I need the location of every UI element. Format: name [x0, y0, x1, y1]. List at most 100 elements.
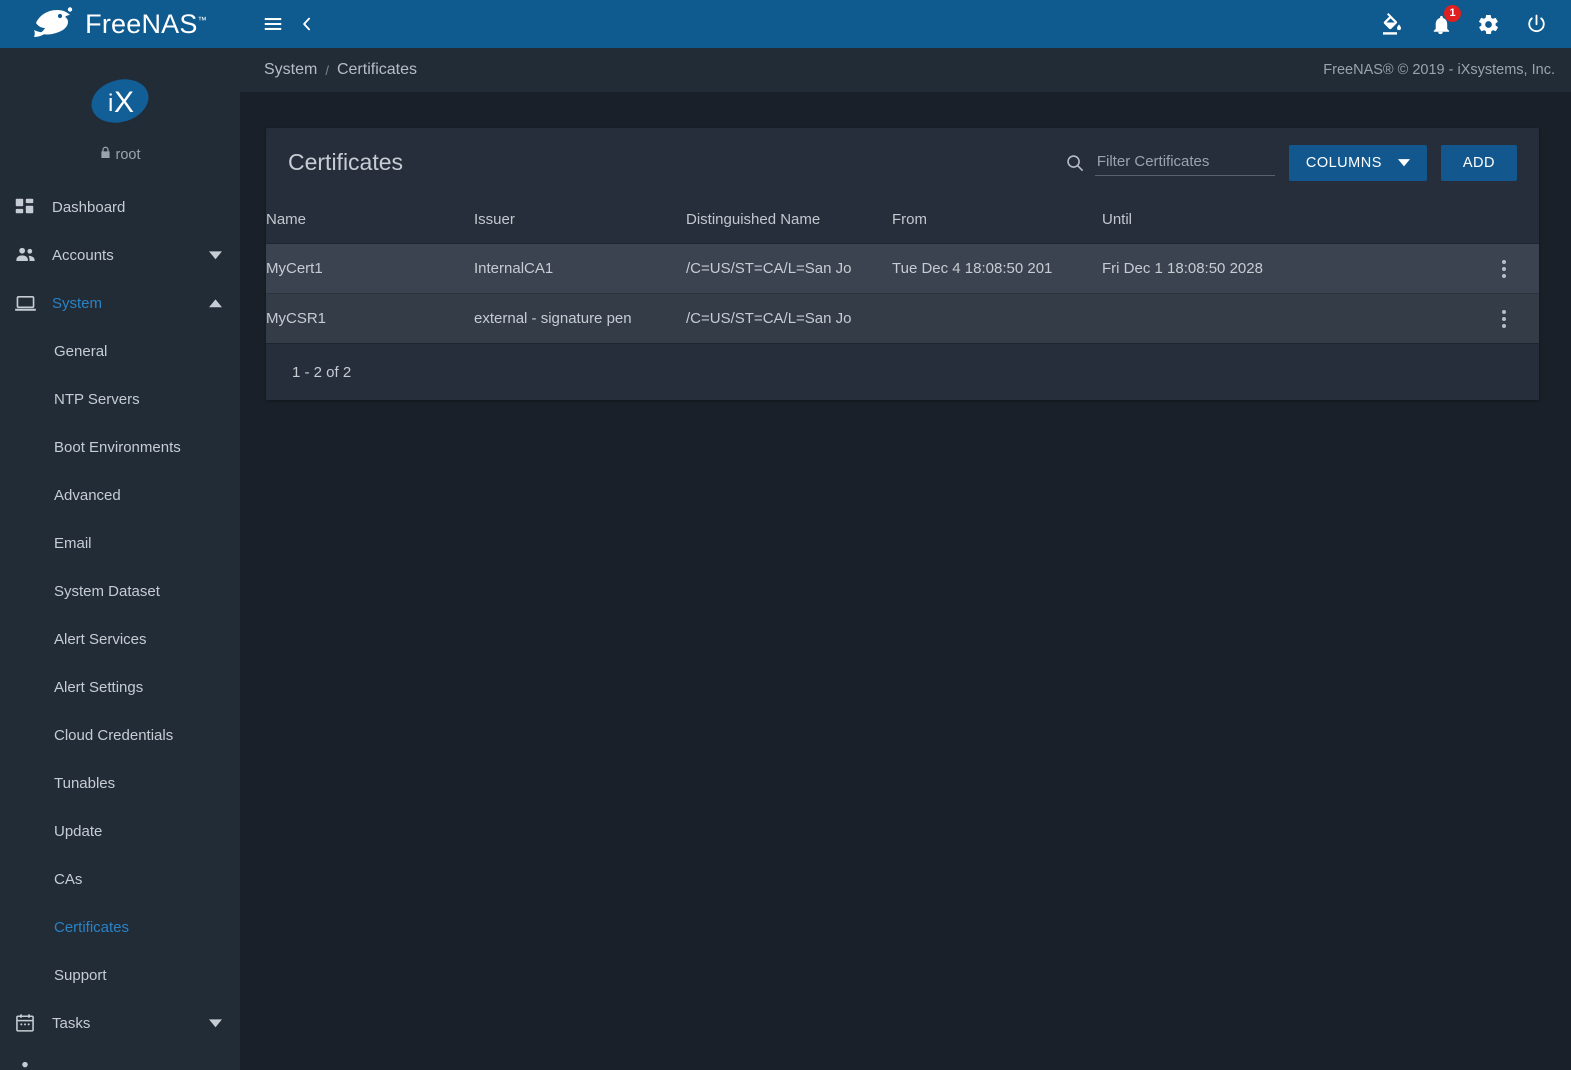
sidebar-item-alert-services[interactable]: Alert Services [0, 615, 240, 663]
table-header: Name Issuer Distinguished Name From Unti… [266, 197, 1539, 244]
sidebar-item-alert-settings[interactable]: Alert Settings [0, 663, 240, 711]
svg-text:X: X [114, 86, 134, 119]
username-row: root [0, 146, 240, 163]
paginator-range-label: 1 - 2 of 2 [292, 363, 352, 381]
sidebar-item-tasks[interactable]: Tasks [0, 999, 240, 1047]
sidebar-item-label: CAs [54, 870, 83, 888]
sidebar-item-label: Tunables [54, 774, 116, 792]
column-header-from[interactable]: From [892, 197, 1102, 244]
sidebar-item-ntp-servers[interactable]: NTP Servers [0, 375, 240, 423]
sidebar-item-label: NTP Servers [54, 390, 140, 408]
certificates-card: Certificates COL [266, 128, 1539, 400]
sidebar-item-accounts[interactable]: Accounts [0, 231, 240, 279]
cell-distinguished-name: /C=US/ST=CA/L=San Jo [686, 293, 892, 344]
people-icon [14, 244, 52, 267]
column-header-distinguished-name[interactable]: Distinguished Name [686, 197, 892, 244]
breadcrumb-separator: / [325, 62, 329, 78]
sidebar-item-label: Dashboard [52, 198, 126, 216]
breadcrumb-root[interactable]: System [264, 61, 317, 79]
sidebar-item-tunables[interactable]: Tunables [0, 759, 240, 807]
user-block: i X root [0, 48, 240, 179]
kebab-menu-icon[interactable] [1469, 309, 1539, 328]
freenas-fish-logo-icon [33, 6, 75, 43]
add-button[interactable]: ADD [1440, 144, 1517, 181]
main-panel: Certificates COL [240, 92, 1571, 1070]
sidebar-item-label: System [52, 294, 103, 312]
sidebar-item-cloud-credentials[interactable]: Cloud Credentials [0, 711, 240, 759]
chevron-left-icon[interactable] [290, 7, 324, 41]
laptop-icon [14, 292, 52, 315]
columns-button-label: COLUMNS [1305, 154, 1382, 171]
bell-icon[interactable]: 1 [1423, 5, 1461, 41]
table-header-row: Name Issuer Distinguished Name From Unti… [266, 197, 1539, 244]
breadcrumb: System / Certificates FreeNAS® © 2019 - … [240, 48, 1571, 92]
sidebar-item-cas[interactable]: CAs [0, 855, 240, 903]
cell-from: Tue Dec 4 18:08:50 201 [892, 243, 1102, 294]
table-body: MyCert1 InternalCA1 /C=US/ST=CA/L=San Jo… [266, 243, 1539, 344]
chevron-up-icon[interactable] [206, 298, 224, 308]
calendar-icon [14, 1012, 52, 1034]
sidebar-item-advanced[interactable]: Advanced [0, 471, 240, 519]
column-header-actions [1469, 197, 1539, 244]
cell-distinguished-name: /C=US/ST=CA/L=San Jo [686, 243, 892, 294]
sidebar-item-support[interactable]: Support [0, 951, 240, 999]
top-bar-actions: 1 [240, 0, 1571, 48]
sidebar-item-system[interactable]: System [0, 279, 240, 327]
dashboard-icon [14, 197, 52, 218]
cell-issuer: external - signature pen [474, 293, 686, 344]
cell-actions [1469, 243, 1539, 294]
page-title: Certificates [288, 149, 404, 175]
chevron-down-icon [1397, 155, 1410, 171]
table-row[interactable]: MyCSR1 external - signature pen /C=US/ST… [266, 293, 1539, 344]
svg-text:i: i [108, 90, 113, 117]
hamburger-icon[interactable] [256, 7, 290, 41]
brand-logo-area: FreeNAS™ [0, 0, 240, 48]
network-icon [14, 1060, 52, 1070]
column-header-until[interactable]: Until [1102, 197, 1469, 244]
sidebar-item-email[interactable]: Email [0, 519, 240, 567]
brand-name: FreeNAS™ [85, 8, 207, 39]
sidebar-item-label: General [54, 342, 108, 360]
search-icon [1065, 153, 1085, 173]
paint-bucket-icon[interactable] [1375, 7, 1409, 41]
lock-icon [100, 146, 111, 163]
sidebar-item-label: Boot Environments [54, 438, 181, 456]
sidebar-item-system-dataset[interactable]: System Dataset [0, 567, 240, 615]
column-header-name[interactable]: Name [266, 197, 474, 244]
sidebar-item-boot-environments[interactable]: Boot Environments [0, 423, 240, 471]
sidebar: i X root Dashboard Accounts System Gener… [0, 48, 240, 1070]
power-icon[interactable] [1519, 7, 1553, 41]
gear-icon[interactable] [1471, 7, 1505, 41]
chevron-down-icon[interactable] [206, 1018, 224, 1028]
sidebar-item-dashboard[interactable]: Dashboard [0, 183, 240, 231]
sidebar-item-label: System Dataset [54, 582, 160, 600]
kebab-menu-icon[interactable] [1469, 259, 1539, 278]
search-input[interactable] [1094, 149, 1275, 176]
table-row[interactable]: MyCert1 InternalCA1 /C=US/ST=CA/L=San Jo… [266, 243, 1539, 294]
sidebar-item-label: Advanced [54, 486, 121, 504]
column-header-issuer[interactable]: Issuer [474, 197, 686, 244]
chevron-down-icon[interactable] [206, 250, 224, 260]
filter-box [1065, 149, 1275, 176]
sidebar-item-certificates[interactable]: Certificates [0, 903, 240, 951]
sidebar-item-label: Alert Services [54, 630, 147, 648]
cell-until [1102, 293, 1469, 344]
sidebar-item-label: Cloud Credentials [54, 726, 174, 744]
sidebar-item-update[interactable]: Update [0, 807, 240, 855]
sidebar-item-label: Tasks [52, 1014, 91, 1032]
add-button-label: ADD [1462, 154, 1495, 171]
top-bar-icon-group: 1 [1375, 5, 1553, 41]
cell-until: Fri Dec 1 18:08:50 2028 [1102, 243, 1469, 294]
sidebar-item-label: Accounts [52, 246, 114, 264]
username-label: root [115, 146, 141, 163]
app-body: i X root Dashboard Accounts System Gener… [0, 48, 1571, 1070]
copyright-text: FreeNAS® © 2019 - iXsystems, Inc. [1323, 62, 1555, 78]
cell-from [892, 293, 1102, 344]
sidebar-item-label: Certificates [54, 918, 130, 936]
paginator: 1 - 2 of 2 [266, 344, 1539, 400]
sidebar-item-label: Email [54, 534, 92, 552]
sidebar-item-next-partial[interactable] [0, 1047, 240, 1070]
sidebar-item-general[interactable]: General [0, 327, 240, 375]
columns-button[interactable]: COLUMNS [1288, 144, 1427, 181]
cell-actions [1469, 293, 1539, 344]
